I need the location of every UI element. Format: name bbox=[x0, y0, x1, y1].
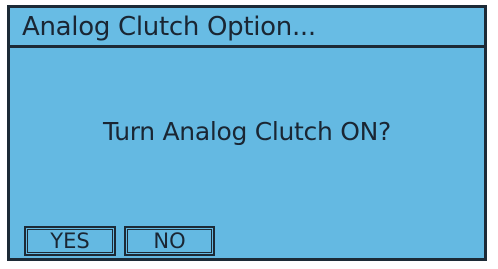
dialog-message: Turn Analog Clutch ON? bbox=[103, 117, 391, 146]
dialog-title-bar: Analog Clutch Option... bbox=[10, 8, 484, 48]
dialog-title: Analog Clutch Option... bbox=[22, 12, 316, 42]
analog-clutch-dialog: Analog Clutch Option... Turn Analog Clut… bbox=[7, 5, 487, 261]
yes-button[interactable]: YES bbox=[24, 226, 116, 256]
no-button[interactable]: NO bbox=[124, 226, 215, 256]
